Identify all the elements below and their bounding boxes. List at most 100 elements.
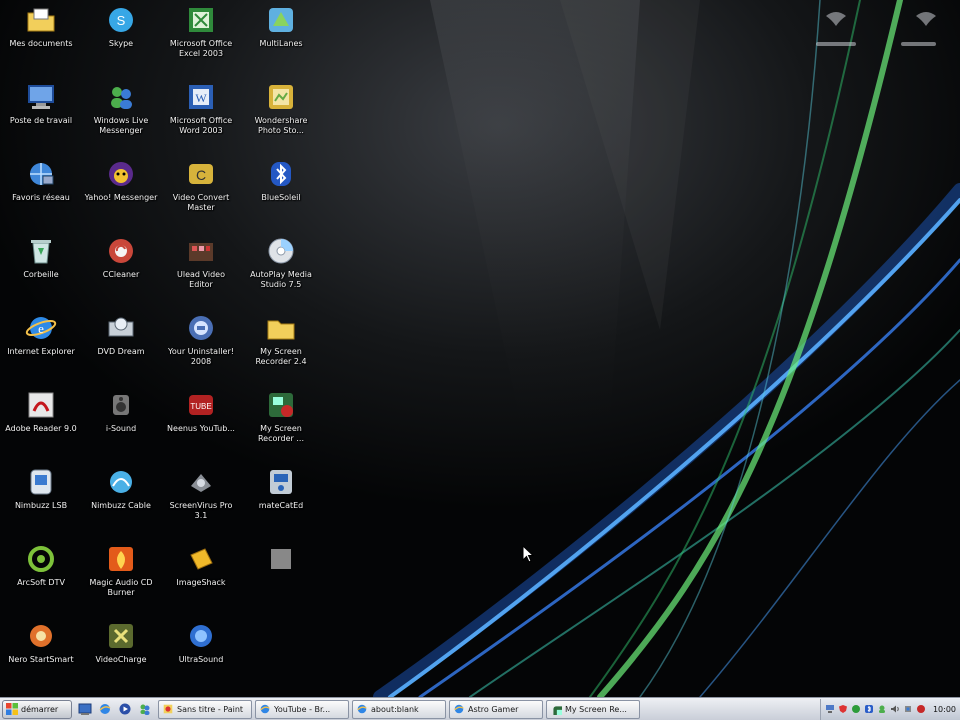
ccleaner-icon bbox=[109, 239, 133, 263]
messenger-icon bbox=[111, 87, 132, 109]
desktop-icon[interactable]: Ulead Video Editor bbox=[162, 233, 240, 305]
desktop-icon[interactable]: UltraSound bbox=[162, 618, 240, 690]
usb-tray-icon[interactable] bbox=[903, 704, 913, 714]
desktop-icon-label: Poste de travail bbox=[9, 116, 73, 125]
desktop-icon[interactable]: Nero StartSmart bbox=[2, 618, 80, 690]
desktop-icon[interactable]: MultiLanes bbox=[242, 2, 320, 74]
desktop-icon[interactable]: ArcSoft DTV bbox=[2, 541, 80, 613]
taskbar-button[interactable]: Astro Gamer bbox=[449, 699, 543, 719]
desktop-icon-label: Your Uninstaller! 2008 bbox=[168, 347, 234, 366]
film-icon bbox=[189, 243, 213, 261]
desktop-icon[interactable]: ImageShack bbox=[162, 541, 240, 613]
taskbar-button[interactable]: about:blank bbox=[352, 699, 446, 719]
desktop-icon-label: Wondershare Photo Sto... bbox=[254, 116, 308, 135]
recorder-icon bbox=[553, 706, 562, 715]
adobe-icon bbox=[28, 392, 54, 418]
volume-tray-icon[interactable] bbox=[890, 704, 900, 714]
desktop-icon[interactable]: Microsoft Office Excel 2003 bbox=[162, 2, 240, 74]
screen-icon bbox=[191, 474, 211, 492]
folder-docs-icon bbox=[27, 8, 55, 32]
desktop-icon[interactable]: W Microsoft Office Word 2003 bbox=[162, 79, 240, 151]
desktop-icon[interactable]: Windows Live Messenger bbox=[82, 79, 160, 151]
uninstaller-icon bbox=[189, 316, 213, 340]
desktop-icon-label: BlueSoleil bbox=[261, 193, 301, 202]
computer-icon bbox=[28, 85, 54, 109]
desktop-icon[interactable]: My Screen Recorder ... bbox=[242, 387, 320, 459]
desktop-icon[interactable]: My Screen Recorder 2.4 bbox=[242, 310, 320, 382]
desktop-icon-label: Mes documents bbox=[9, 39, 73, 48]
desktop-icon-label: MultiLanes bbox=[259, 39, 303, 48]
imageshack-icon bbox=[190, 548, 213, 570]
cd-icon bbox=[268, 238, 294, 264]
nero-icon bbox=[30, 625, 52, 647]
desktop-icon[interactable]: Magic Audio CD Burner bbox=[82, 541, 160, 613]
skype-icon: S bbox=[109, 8, 133, 32]
taskbar-button-label: My Screen Re... bbox=[565, 704, 627, 714]
ie-quicklaunch-icon[interactable] bbox=[96, 700, 114, 718]
video-convert-icon: C bbox=[189, 164, 213, 184]
system-tray: 10:00 bbox=[819, 698, 960, 720]
desktop-icon-label: ScreenVirus Pro 3.1 bbox=[169, 501, 233, 520]
desktop-icon[interactable]: TUBE Neenus YouTub... bbox=[162, 387, 240, 459]
desktop-icon-label: Neenus YouTub... bbox=[167, 424, 235, 433]
desktop-icon[interactable]: CCleaner bbox=[82, 233, 160, 305]
desktop-icon[interactable]: Your Uninstaller! 2008 bbox=[162, 310, 240, 382]
bluetooth-tray-icon[interactable] bbox=[864, 704, 874, 714]
shield-tray-icon[interactable] bbox=[838, 704, 848, 714]
desktop-icon[interactable]: AutoPlay Media Studio 7.5 bbox=[242, 233, 320, 305]
svg-text:W: W bbox=[195, 91, 207, 105]
taskbar-button[interactable]: YouTube - Br... bbox=[255, 699, 349, 719]
desktop-icon[interactable]: C Video Convert Master bbox=[162, 156, 240, 228]
desktop-icon[interactable] bbox=[242, 541, 320, 613]
desktop-icon[interactable]: mateCatEd bbox=[242, 464, 320, 536]
excel-icon bbox=[189, 8, 213, 32]
desktop-icon-label: Ulead Video Editor bbox=[177, 270, 225, 289]
desktop-icon[interactable]: DVD Dream bbox=[82, 310, 160, 382]
desktop-icon[interactable]: ScreenVirus Pro 3.1 bbox=[162, 464, 240, 536]
bluetooth-icon bbox=[271, 162, 291, 186]
desktop-icon[interactable]: Adobe Reader 9.0 bbox=[2, 387, 80, 459]
desktop-icon-grid: Mes documents S Skype Microsoft Office Exce… bbox=[0, 0, 320, 697]
desktop-icon[interactable]: Poste de travail bbox=[2, 79, 80, 151]
desktop-icon-label: Nimbuzz LSB bbox=[14, 501, 68, 510]
desktop-icon[interactable]: Yahoo! Messenger bbox=[82, 156, 160, 228]
taskbar-button[interactable]: My Screen Re... bbox=[546, 699, 640, 719]
show-desktop-icon[interactable] bbox=[76, 700, 94, 718]
mate-icon bbox=[270, 470, 292, 494]
windows-flag-icon bbox=[6, 703, 18, 715]
desktop-icon-label: ArcSoft DTV bbox=[17, 578, 65, 587]
messenger-tray-icon[interactable] bbox=[877, 704, 887, 714]
desktop-icon[interactable]: BlueSoleil bbox=[242, 156, 320, 228]
desktop-icon[interactable]: Nimbuzz LSB bbox=[2, 464, 80, 536]
media-player-icon[interactable] bbox=[116, 700, 134, 718]
desktop-icon[interactable]: Corbeille bbox=[2, 233, 80, 305]
desktop-icon[interactable]: VideoCharge bbox=[82, 618, 160, 690]
desktop-icon[interactable]: Favoris réseau bbox=[2, 156, 80, 228]
desktop-icon-label: Adobe Reader 9.0 bbox=[5, 424, 77, 433]
network-tray-icon[interactable] bbox=[825, 704, 835, 714]
antivirus-tray-icon[interactable] bbox=[851, 704, 861, 714]
network-icon bbox=[30, 163, 54, 185]
desktop-icon[interactable]: S Skype bbox=[82, 2, 160, 74]
taskbar-button[interactable]: Sans titre - Paint bbox=[158, 699, 252, 719]
quick-launch-bar bbox=[76, 700, 154, 718]
vista-logo bbox=[816, 12, 936, 46]
desktop-icon[interactable]: Wondershare Photo Sto... bbox=[242, 79, 320, 151]
app-icon bbox=[269, 8, 293, 32]
desktop-icon-label: DVD Dream bbox=[97, 347, 145, 356]
desktop-icon-label: Microsoft Office Excel 2003 bbox=[169, 39, 233, 58]
recorder-tray-icon[interactable] bbox=[916, 704, 926, 714]
folder-icon bbox=[267, 320, 295, 340]
photo-icon bbox=[269, 85, 293, 109]
cable-icon bbox=[110, 471, 132, 493]
desktop-icon[interactable]: e Internet Explorer bbox=[2, 310, 80, 382]
taskbar-button-label: Astro Gamer bbox=[468, 704, 519, 714]
desktop-icon[interactable]: Nimbuzz Cable bbox=[82, 464, 160, 536]
start-button[interactable]: démarrer bbox=[2, 699, 72, 719]
desktop-icon-label: My Screen Recorder ... bbox=[257, 424, 305, 443]
desktop-icon[interactable]: i-Sound bbox=[82, 387, 160, 459]
desktop-icon[interactable]: Mes documents bbox=[2, 2, 80, 74]
ie-icon: e bbox=[25, 317, 57, 339]
ultrasound-icon bbox=[190, 625, 212, 647]
messenger-quicklaunch-icon[interactable] bbox=[136, 700, 154, 718]
